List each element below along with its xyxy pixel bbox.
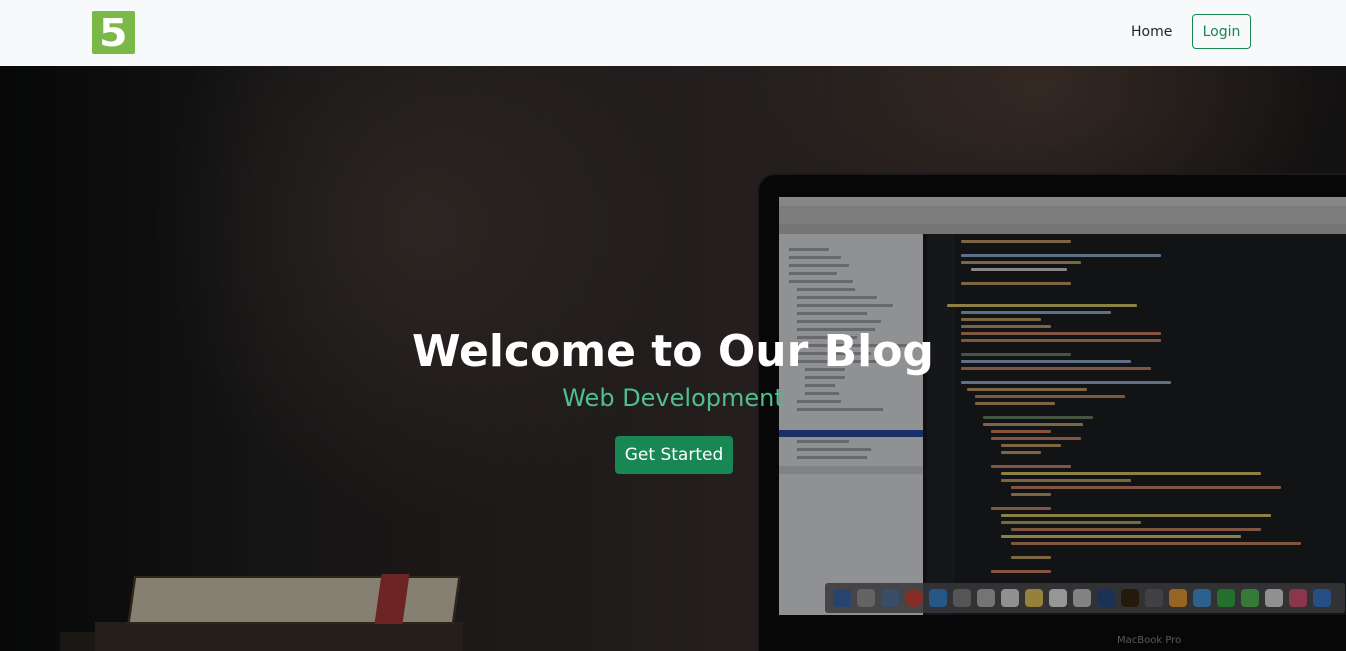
top-navbar: 5 Home Login [0, 0, 1346, 66]
get-started-button[interactable]: Get Started [615, 436, 733, 474]
hero-section: MacBook Pro Welcome to Our Blog Web Deve… [0, 66, 1346, 651]
nav-home-link[interactable]: Home [1131, 23, 1172, 41]
login-button[interactable]: Login [1192, 14, 1251, 49]
hero-title: Welcome to Our Blog [412, 326, 934, 377]
hero-subtitle: Web Development [562, 384, 784, 412]
logo-text: 5 [99, 10, 128, 55]
site-logo[interactable]: 5 [92, 11, 135, 54]
